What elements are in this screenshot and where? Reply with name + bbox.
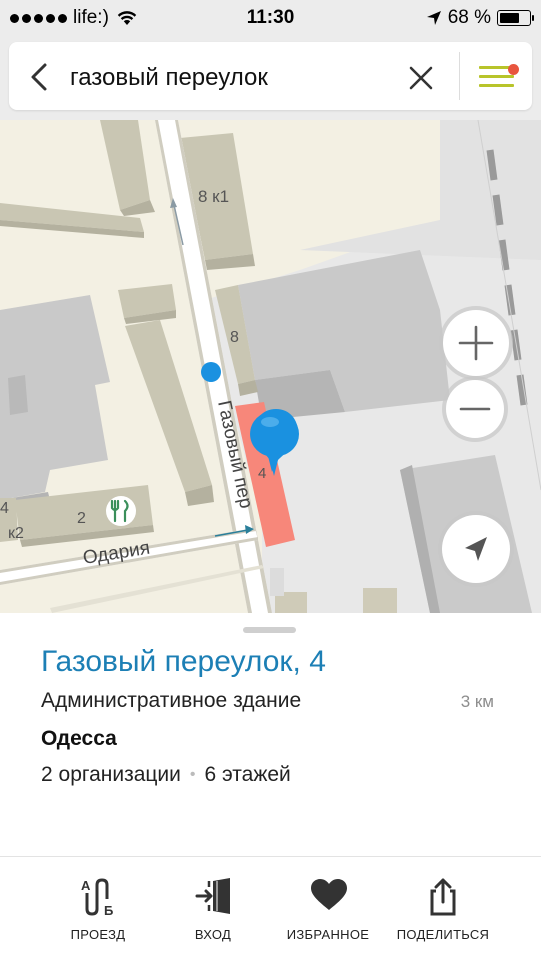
map-label-4-left: 4 (0, 500, 9, 517)
location-services-icon (426, 11, 441, 25)
place-city: Одесса (41, 727, 117, 750)
close-icon[interactable] (408, 65, 434, 91)
place-card[interactable]: Газовый переулок, 4 Административное зда… (0, 613, 541, 856)
search-input[interactable]: газовый переулок (70, 64, 268, 92)
favorites-button[interactable]: ИЗБРАННОЕ (268, 857, 388, 960)
plus-icon (458, 325, 494, 361)
zoom-in-button[interactable] (443, 310, 509, 376)
drag-handle[interactable] (243, 627, 296, 633)
place-type: Административное здание (41, 689, 302, 712)
entrance-label: ВХОД (194, 927, 232, 942)
minus-icon (459, 407, 491, 411)
map-label-8k1: 8 к1 (198, 187, 229, 206)
battery-icon (497, 10, 534, 26)
status-right: 68 % (426, 7, 534, 29)
share-button[interactable]: ПОДЕЛИТЬСЯ (383, 857, 503, 960)
location-arrow-icon (465, 537, 487, 561)
map-label-4: 4 (258, 465, 266, 482)
share-icon (430, 878, 456, 916)
map-label-8: 8 (230, 329, 239, 346)
divider (459, 52, 460, 100)
status-bar: life:) 11:30 68 % (0, 0, 541, 36)
map-label-2: 2 (77, 510, 86, 527)
map-view[interactable]: 8 к1 8 4 2 к2 4 Газовый пер Одария (0, 120, 541, 613)
entrance-button[interactable]: ВХОД (153, 857, 273, 960)
floors-count: 6 этажей (204, 763, 291, 786)
route-label: ПРОЕЗД (70, 927, 126, 942)
battery-percent: 68 % (447, 7, 491, 28)
chevron-left-icon[interactable] (27, 62, 53, 92)
notification-badge (508, 64, 519, 75)
search-header: газовый переулок (0, 36, 541, 120)
svg-text:А: А (81, 878, 91, 893)
zoom-out-button[interactable] (446, 380, 504, 438)
favorites-label: ИЗБРАННОЕ (286, 927, 370, 942)
organizations-count[interactable]: 2 организации (41, 763, 181, 787)
action-toolbar: А Б ПРОЕЗД ВХОД ИЗБРАННОЕ ПОДЕЛИТЬСЯ (0, 856, 541, 960)
route-button[interactable]: А Б ПРОЕЗД (38, 857, 158, 960)
search-bar[interactable]: газовый переулок (9, 42, 532, 110)
place-distance: 3 км (460, 692, 494, 711)
entrance-icon (195, 878, 230, 914)
heart-icon (311, 879, 347, 910)
share-label: ПОДЕЛИТЬСЯ (396, 927, 490, 942)
place-title: Газовый переулок, 4 (41, 645, 326, 678)
place-details: 2 организации • 6 этажей (41, 763, 291, 787)
menu-icon[interactable] (475, 60, 519, 96)
route-icon: А Б (81, 878, 113, 917)
separator-dot: • (189, 766, 196, 783)
my-location-button[interactable] (442, 515, 510, 583)
svg-text:Б: Б (104, 903, 113, 917)
map-label-k2: к2 (8, 525, 24, 542)
battery-fill (500, 13, 520, 23)
